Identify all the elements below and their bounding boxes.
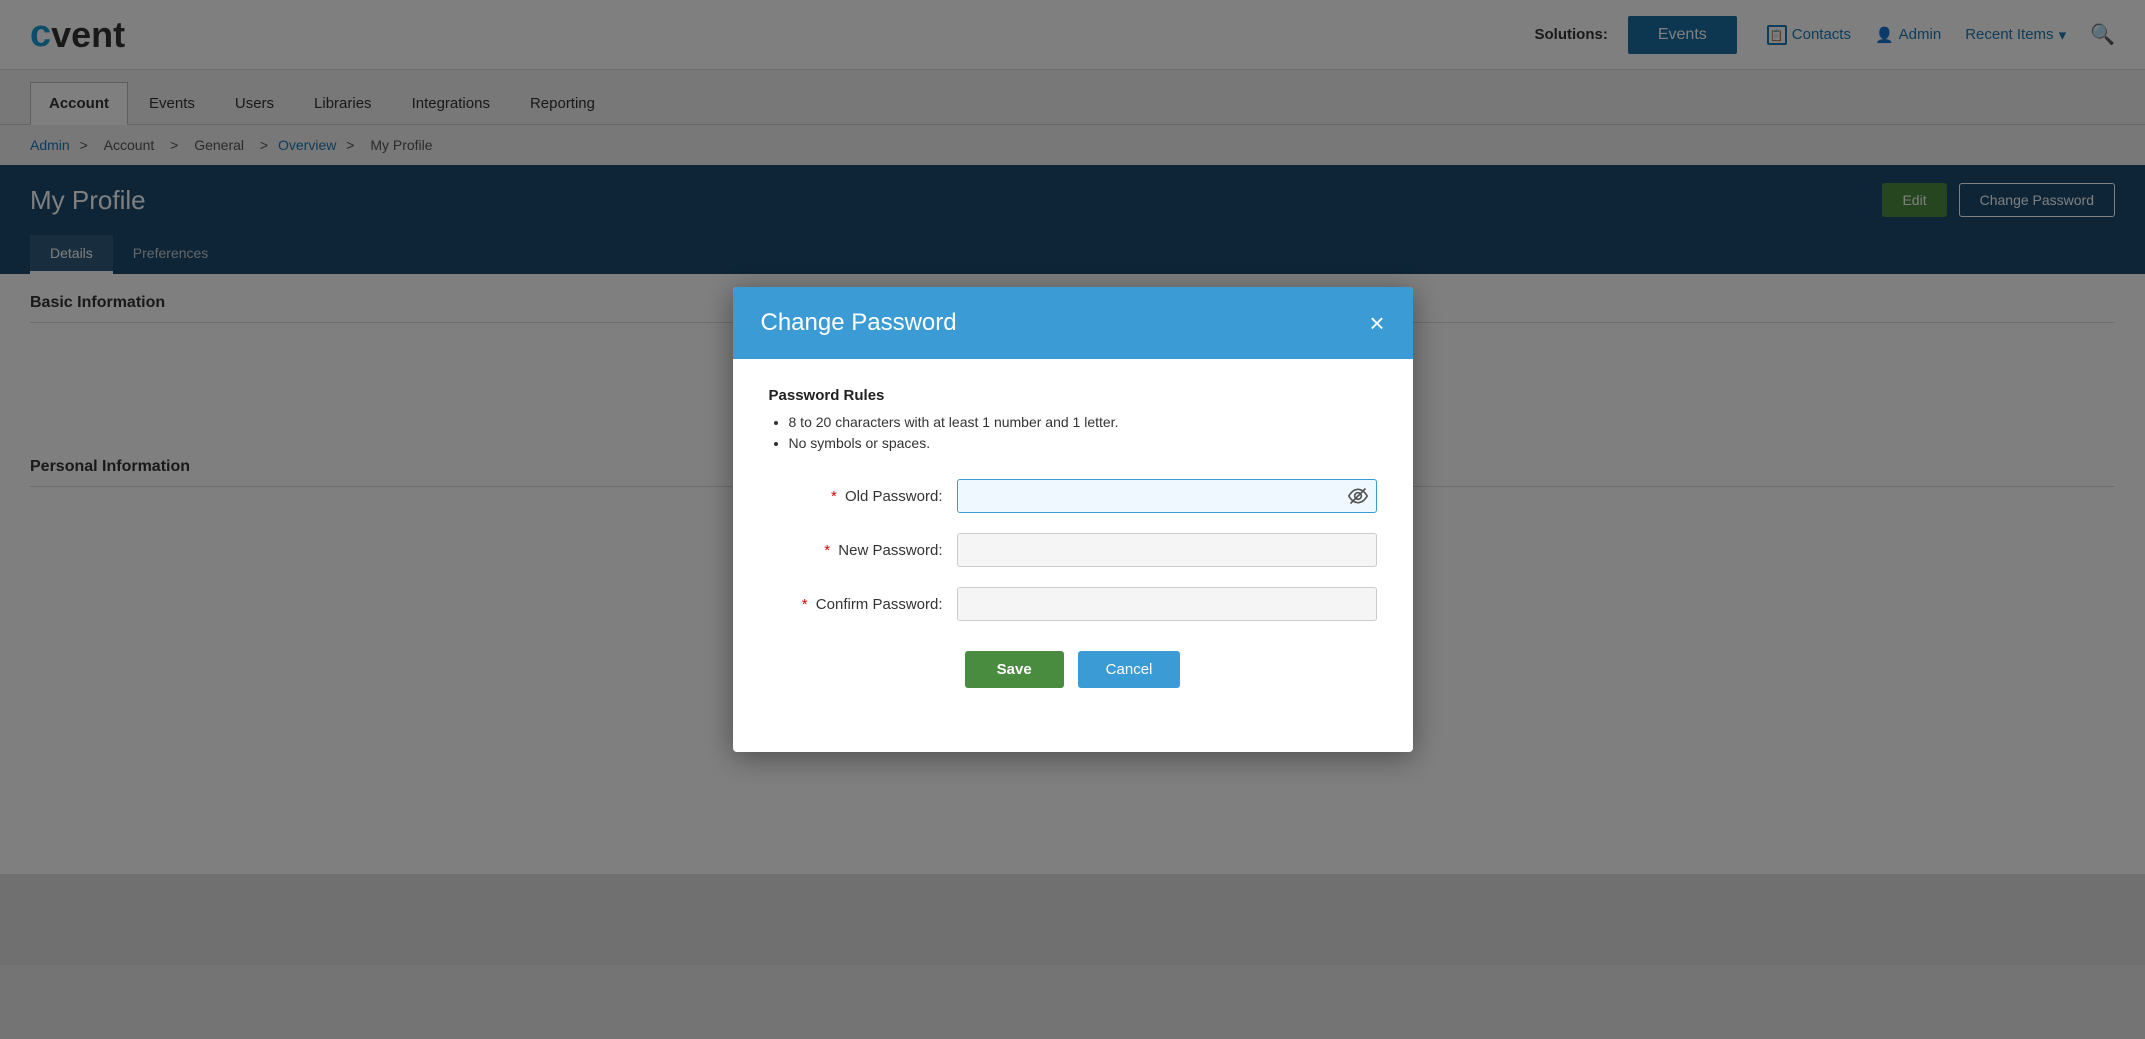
old-password-label: * Old Password: — [831, 488, 943, 505]
password-rule-2: No symbols or spaces. — [789, 435, 1377, 451]
modal-body: Password Rules 8 to 20 characters with a… — [733, 359, 1413, 752]
password-rules-list: 8 to 20 characters with at least 1 numbe… — [789, 414, 1377, 451]
change-password-modal: Change Password × Password Rules 8 to 20… — [733, 287, 1413, 752]
modal-title: Change Password — [761, 309, 957, 337]
new-password-input[interactable] — [957, 533, 1377, 567]
old-password-wrapper — [957, 479, 1377, 513]
new-password-wrapper — [957, 533, 1377, 567]
old-password-input[interactable] — [957, 479, 1377, 513]
eye-icon[interactable] — [1347, 485, 1369, 507]
password-rules-title: Password Rules — [769, 387, 1377, 404]
new-password-row: * New Password: — [769, 533, 1377, 567]
required-star-3: * — [802, 596, 808, 613]
confirm-password-label: * Confirm Password: — [802, 596, 943, 613]
confirm-password-wrapper — [957, 587, 1377, 621]
required-star-1: * — [831, 488, 837, 505]
modal-footer: Save Cancel — [769, 641, 1377, 716]
new-password-label: * New Password: — [824, 542, 942, 559]
confirm-password-input[interactable] — [957, 587, 1377, 621]
cancel-button[interactable]: Cancel — [1078, 651, 1181, 688]
password-rule-1: 8 to 20 characters with at least 1 numbe… — [789, 414, 1377, 430]
confirm-password-row: * Confirm Password: — [769, 587, 1377, 621]
old-password-row: * Old Password: — [769, 479, 1377, 513]
modal-header: Change Password × — [733, 287, 1413, 359]
required-star-2: * — [824, 542, 830, 559]
modal-close-button[interactable]: × — [1369, 310, 1384, 336]
save-button[interactable]: Save — [965, 651, 1064, 688]
modal-overlay: Change Password × Password Rules 8 to 20… — [0, 0, 2145, 1039]
